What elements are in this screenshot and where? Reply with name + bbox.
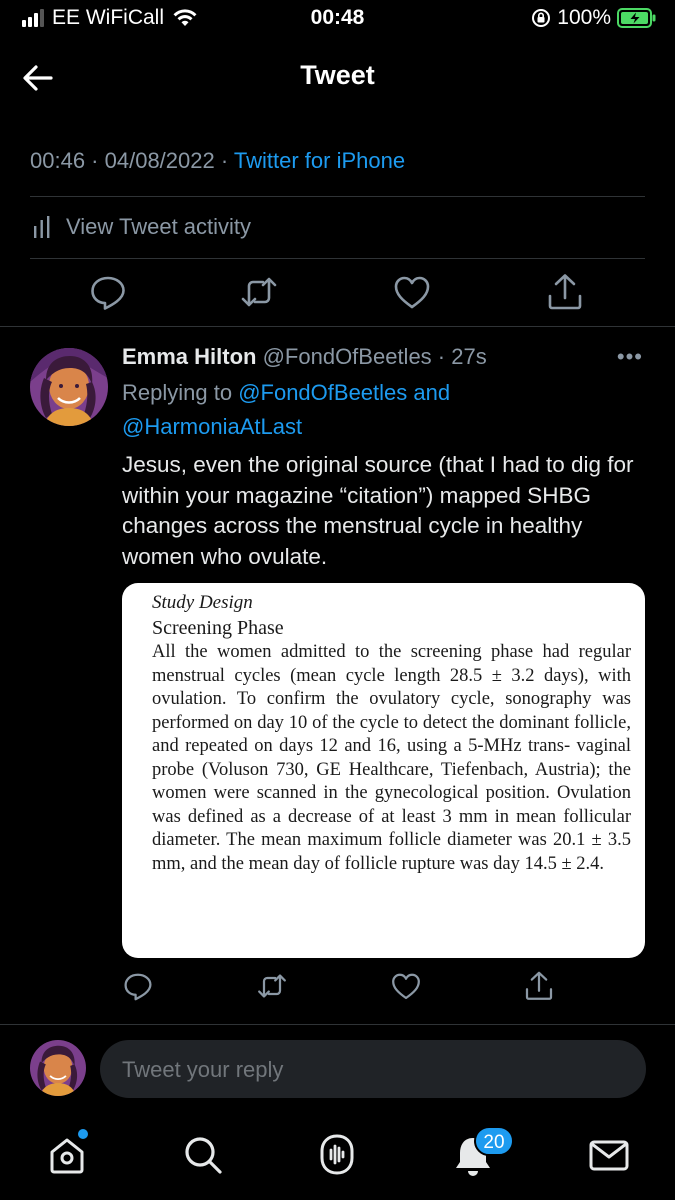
- tweet-source-link[interactable]: Twitter for iPhone: [234, 148, 405, 173]
- replying-to-link[interactable]: @HarmoniaAtLast: [122, 414, 302, 439]
- tab-spaces[interactable]: [314, 1132, 360, 1178]
- notifications-badge: 20: [474, 1126, 514, 1156]
- avatar[interactable]: [30, 348, 108, 426]
- divider: [30, 196, 645, 197]
- tab-search[interactable]: [180, 1132, 226, 1178]
- like-icon: [394, 276, 430, 309]
- reply-button[interactable]: [88, 272, 128, 312]
- status-bar: EE WiFiCall 00:48 100%: [0, 0, 675, 38]
- spaces-icon: [320, 1134, 354, 1175]
- reply-icon: [91, 276, 125, 310]
- tweet-time: 00:46: [30, 148, 86, 173]
- tweet-date: 04/08/2022: [104, 148, 215, 173]
- divider: [0, 326, 675, 327]
- reply-text: Jesus, even the original source (that I …: [122, 452, 634, 569]
- home-unread-dot: [78, 1129, 88, 1139]
- retweet-button[interactable]: [239, 272, 279, 312]
- search-icon: [185, 1137, 222, 1174]
- retweet-icon: [258, 974, 286, 998]
- like-icon: [392, 973, 420, 1000]
- replying-to-link[interactable]: @FondOfBeetles: [238, 380, 407, 405]
- view-tweet-activity-link[interactable]: View Tweet activity: [32, 214, 251, 240]
- reply-button[interactable]: [122, 970, 154, 1002]
- media-heading: Screening Phase: [152, 617, 284, 639]
- retweet-button[interactable]: [256, 970, 288, 1002]
- more-options-button[interactable]: •••: [617, 344, 643, 370]
- media-body-text: All the women admitted to the screening …: [152, 642, 631, 874]
- page-title: Tweet: [300, 60, 375, 90]
- media-section-title: Study Design: [152, 592, 253, 613]
- author-name[interactable]: Emma Hilton: [122, 344, 256, 369]
- author-handle[interactable]: @FondOfBeetles: [263, 344, 432, 369]
- reply-icon: [124, 973, 152, 1001]
- meta-separator: ·: [214, 148, 234, 173]
- status-right: 100%: [531, 6, 657, 30]
- like-button[interactable]: [390, 970, 422, 1002]
- activity-label: View Tweet activity: [66, 214, 252, 239]
- reply-author-line: Emma Hilton @FondOfBeetles · 27s: [122, 344, 487, 370]
- reply-time: 27s: [451, 344, 487, 369]
- divider: [0, 1024, 675, 1025]
- time-separator: ·: [431, 344, 452, 369]
- activity-chart-icon: [34, 216, 50, 238]
- divider: [30, 258, 645, 259]
- orientation-lock-icon: [532, 9, 551, 27]
- replying-to: Replying to @FondOfBeetles and @Harmonia…: [122, 376, 642, 444]
- share-icon: [548, 274, 582, 310]
- like-button[interactable]: [392, 272, 432, 312]
- reply-placeholder: Tweet your reply: [122, 1057, 284, 1082]
- reply-input[interactable]: Tweet your reply: [100, 1040, 646, 1098]
- meta-separator: ·: [85, 148, 105, 173]
- share-button[interactable]: [523, 970, 555, 1002]
- top-header: Tweet: [0, 40, 675, 112]
- replying-and[interactable]: and: [407, 380, 450, 405]
- tweet-meta: 00:46 · 04/08/2022 · Twitter for iPhone: [30, 148, 405, 174]
- tweet-media-image[interactable]: Study Design Screening Phase All the wom…: [122, 583, 645, 958]
- share-button[interactable]: [545, 272, 585, 312]
- avatar-image: [30, 348, 108, 426]
- tab-messages[interactable]: [586, 1132, 632, 1178]
- battery-icon: [617, 8, 656, 28]
- replying-prefix: Replying to: [122, 380, 239, 405]
- messages-icon: [589, 1140, 629, 1171]
- retweet-icon: [241, 277, 277, 307]
- avatar-image: [30, 1040, 86, 1096]
- avatar[interactable]: [30, 1040, 86, 1096]
- share-icon: [525, 971, 553, 1000]
- battery-percent: 100%: [557, 6, 611, 29]
